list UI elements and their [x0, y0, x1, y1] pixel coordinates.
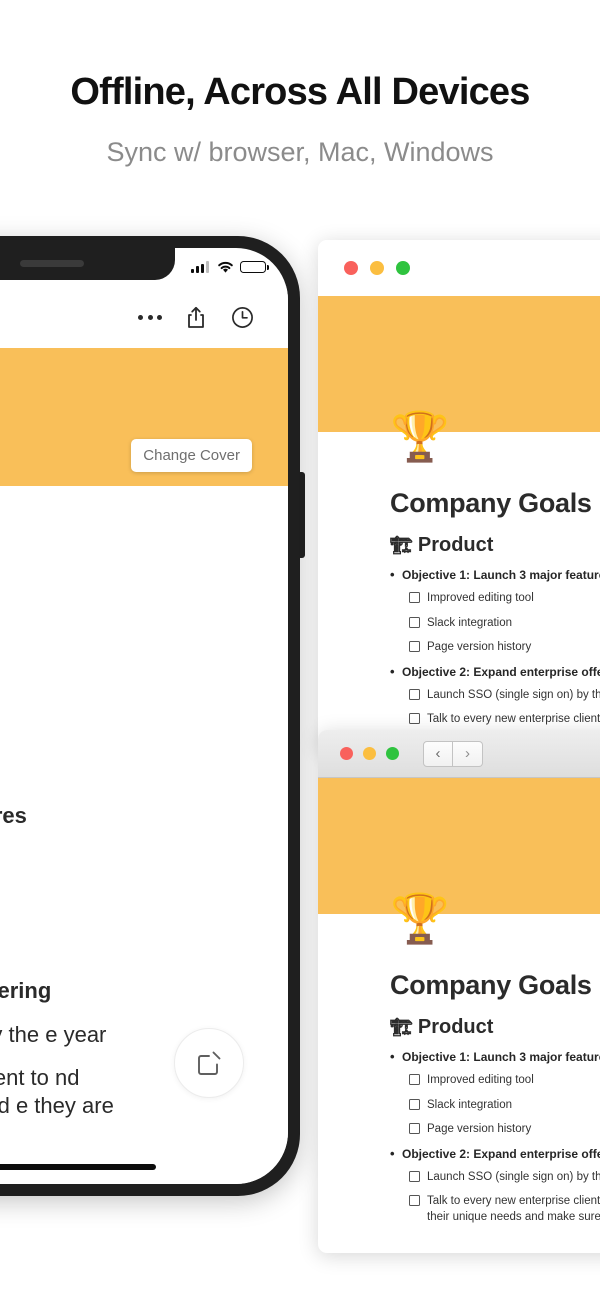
checklist-label: Page version history	[427, 641, 532, 654]
section-heading: 🏗 Product	[390, 534, 600, 557]
compose-edit-icon[interactable]	[174, 1028, 244, 1098]
phone-notch	[0, 248, 175, 280]
checkbox-icon[interactable]	[409, 1074, 420, 1085]
battery-icon	[240, 260, 269, 274]
navigation-buttons: ‹ ›	[423, 740, 483, 767]
phone-device: 🏆 Compa...	[0, 236, 305, 1196]
window-titlebar: ‹ ›	[318, 730, 600, 778]
list-item: xpand enterprise offering	[0, 977, 52, 1003]
checkbox-icon[interactable]	[409, 1098, 420, 1110]
checklist-item[interactable]: Page version history	[409, 1122, 600, 1138]
checklist-label: Improved editing tool	[427, 1074, 534, 1086]
home-indicator	[0, 1164, 156, 1170]
window-document-body: Company Goals 🏗Product Objective 1: Laun…	[318, 432, 600, 728]
checklist-item[interactable]: Improved editing tool	[409, 1073, 600, 1089]
section-heading-label: Product	[417, 534, 494, 556]
checklist-item[interactable]: Launch SSO (single sign on) by the end o…	[409, 1170, 600, 1186]
checklist-label: Launch SSO (single sign on) by the end o…	[427, 688, 600, 701]
phone-app-toolbar: 🏆 Compa...	[0, 286, 288, 348]
section-heading: 🏗 Product	[390, 1016, 600, 1039]
doc-title: Company Goals	[390, 970, 592, 1000]
checklist-label: Slack integration	[427, 1098, 513, 1111]
signal-bars-icon	[190, 261, 211, 273]
objective-item: Objective 1: Launch 3 major features	[390, 567, 600, 582]
checkbox-icon[interactable]	[409, 1195, 420, 1207]
checkbox-icon[interactable]	[409, 616, 420, 628]
checkbox-icon[interactable]	[409, 592, 420, 603]
minimize-button[interactable]	[363, 747, 376, 760]
list-item: editing tool	[0, 846, 286, 874]
checklist-label: Talk to every new enterprise client to u…	[427, 1195, 600, 1223]
checklist-item[interactable]: Talk to every new enterprise client to u…	[409, 712, 600, 728]
objective-item: Objective 2: Expand enterprise offering	[390, 664, 600, 679]
objective-item: Objective 2: Expand enterprise offering	[390, 1146, 600, 1161]
checklist-item[interactable]: Launch SSO (single sign on) by the end o…	[409, 688, 600, 704]
minimize-button[interactable]	[370, 261, 384, 275]
checklist-item[interactable]: Slack integration	[409, 1098, 600, 1114]
zoom-button[interactable]	[396, 261, 410, 275]
checklist-label: Launch SSO (single sign on) by the end o…	[427, 1170, 600, 1183]
objective-item: Objective 1: Launch 3 major features	[390, 1049, 600, 1064]
list-item: ery new enterprise client to nd their un…	[0, 1065, 114, 1119]
construction-icon: 🏗	[390, 535, 413, 555]
section-heading-label: Product	[417, 1016, 494, 1038]
phone-document-body: y Goals aunch 3 major features editing t…	[0, 486, 288, 1184]
trophy-icon: 🏆	[390, 411, 450, 464]
checklist-item[interactable]: Page version history	[409, 640, 600, 656]
window-cover-image: 🏆	[318, 778, 600, 944]
chevron-right-icon[interactable]: ›	[453, 740, 483, 767]
checklist-label: Page version history	[427, 1123, 532, 1136]
trophy-icon: 🏆	[390, 893, 450, 946]
change-cover-button[interactable]: Change Cover	[131, 439, 252, 472]
checklist-item[interactable]: Improved editing tool	[409, 591, 600, 607]
close-button[interactable]	[344, 261, 358, 275]
page-subtitle: Sync w/ browser, Mac, Windows	[106, 137, 494, 167]
window-titlebar	[318, 240, 600, 296]
window-document-body: Company Goals 🏗Product Objective 1: Laun…	[318, 914, 600, 1225]
phone-screen: 🏆 Compa...	[0, 248, 288, 1184]
checklist-item[interactable]: Talk to every new enterprise client to u…	[409, 1194, 600, 1225]
phone-speaker	[20, 260, 84, 267]
doc-title: Company Goals	[390, 488, 592, 518]
chevron-left-icon[interactable]: ‹	[423, 740, 453, 767]
phone-doc-list: aunch 3 major features editing tool grat…	[0, 802, 286, 1163]
checkbox-icon[interactable]	[409, 1170, 420, 1182]
phone-power-button[interactable]	[299, 472, 305, 558]
list-item: ion history	[0, 933, 286, 961]
zoom-button[interactable]	[386, 747, 399, 760]
list-item: SO (single sign on) by the e year	[0, 1021, 107, 1047]
list-item: aunch 3 major features	[0, 803, 27, 828]
desktop-window-back[interactable]: 🏆 Company Goals 🏗Product Objective 1: La…	[318, 240, 600, 750]
construction-icon: 🏗	[390, 1017, 413, 1037]
checklist-label: Slack integration	[427, 616, 513, 629]
phone-cover-image: Change Cover	[0, 348, 288, 486]
promo-graphic: Offline, Across All Devices Sync w/ brow…	[0, 0, 600, 1299]
checkbox-icon[interactable]	[409, 641, 420, 653]
checkbox-icon[interactable]	[409, 688, 420, 700]
checkbox-icon[interactable]	[409, 1123, 420, 1135]
close-button[interactable]	[340, 747, 353, 760]
desktop-window-front[interactable]: ‹ › 🏆 Company Goals 🏗Product Objective 1…	[318, 730, 600, 1253]
wifi-icon	[217, 261, 234, 274]
window-cover-image: 🏆	[318, 296, 600, 462]
page-title: Offline, Across All Devices	[70, 71, 530, 113]
checklist-label: Improved editing tool	[427, 592, 534, 604]
clock-icon[interactable]	[222, 297, 262, 337]
checkbox-icon[interactable]	[409, 713, 420, 725]
checklist-item[interactable]: Slack integration	[409, 616, 600, 632]
checklist-label: Talk to every new enterprise client to u…	[427, 713, 600, 726]
list-item: gration	[0, 889, 286, 917]
ellipsis-icon[interactable]	[130, 297, 170, 337]
share-icon[interactable]	[176, 297, 216, 337]
